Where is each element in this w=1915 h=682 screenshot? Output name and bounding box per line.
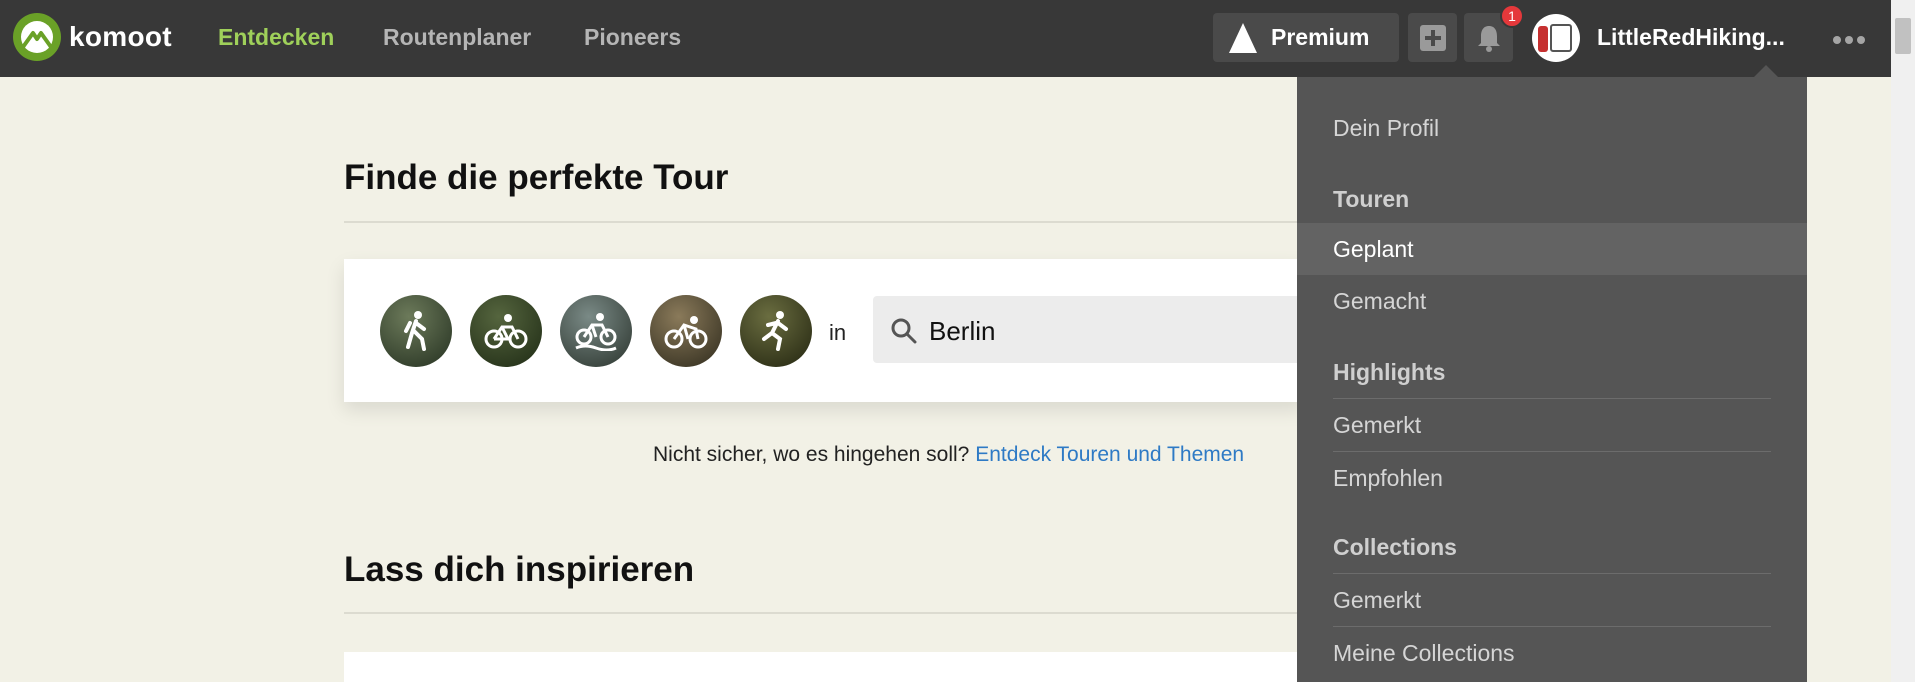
menu-item-tours-planned[interactable]: Geplant — [1297, 223, 1807, 275]
discover-hint: Nicht sicher, wo es hingehen soll? Entde… — [653, 443, 1244, 467]
komoot-logo[interactable]: komoot — [13, 13, 172, 61]
sport-mtb-button[interactable] — [560, 295, 632, 367]
menu-item-collections-saved[interactable]: Gemerkt — [1297, 574, 1807, 626]
roadbike-icon — [664, 316, 708, 349]
inspire-title: Lass dich inspirieren — [344, 550, 695, 589]
bell-icon — [1477, 25, 1500, 52]
nav-entdecken[interactable]: Entdecken — [218, 24, 334, 51]
komoot-logo-icon — [13, 13, 61, 61]
avatar[interactable] — [1532, 14, 1580, 62]
plus-icon — [1419, 24, 1446, 51]
sport-roadbike-button[interactable] — [650, 295, 722, 367]
menu-item-my-collections[interactable]: Meine Collections — [1297, 627, 1807, 679]
more-icon[interactable] — [1833, 36, 1865, 44]
divider — [344, 221, 1304, 223]
bicycle-icon — [484, 314, 528, 349]
nav-routenplaner[interactable]: Routenplaner — [383, 24, 531, 51]
page-scrollbar[interactable] — [1891, 0, 1915, 682]
discover-link[interactable]: Entdeck Touren und Themen — [975, 443, 1244, 466]
runner-icon — [762, 311, 788, 351]
profile-dropdown-menu: Dein Profil Touren Geplant Gemacht Highl… — [1297, 77, 1807, 682]
search-icon — [891, 318, 917, 344]
inspire-card — [344, 652, 1304, 682]
sport-running-button[interactable] — [740, 295, 812, 367]
premium-tree-icon — [1229, 22, 1257, 53]
premium-label: Premium — [1271, 24, 1370, 50]
top-nav-bar: komoot Entdecken Routenplaner Pioneers P… — [0, 0, 1891, 77]
divider — [344, 612, 1304, 614]
menu-item-tours-done[interactable]: Gemacht — [1297, 275, 1807, 327]
location-search-input[interactable]: Berlin — [873, 296, 1304, 363]
sport-biketouring-button[interactable] — [470, 295, 542, 367]
find-tour-title: Finde die perfekte Tour — [344, 158, 729, 197]
notification-badge: 1 — [1500, 4, 1524, 28]
menu-header-highlights: Highlights — [1333, 359, 1446, 385]
menu-item-highlights-recommended[interactable]: Empfohlen — [1297, 452, 1807, 504]
hiker-icon — [404, 311, 426, 351]
scrollbar-thumb[interactable] — [1895, 18, 1911, 54]
create-button[interactable] — [1408, 13, 1457, 62]
logo-text: komoot — [69, 21, 172, 52]
username[interactable]: LittleRedHiking... — [1597, 24, 1785, 51]
premium-button[interactable]: Premium — [1213, 13, 1399, 62]
menu-item-highlights-saved[interactable]: Gemerkt — [1297, 399, 1807, 451]
nav-pioneers[interactable]: Pioneers — [584, 24, 681, 51]
in-label: in — [829, 320, 847, 345]
menu-item-profile[interactable]: Dein Profil — [1297, 102, 1807, 154]
sport-hiking-button[interactable] — [380, 295, 452, 367]
mtb-icon — [575, 313, 617, 351]
hint-text: Nicht sicher, wo es hingehen soll? — [653, 443, 970, 466]
search-value: Berlin — [929, 316, 996, 346]
menu-header-tours: Touren — [1333, 186, 1410, 212]
menu-header-collections: Collections — [1333, 534, 1457, 560]
